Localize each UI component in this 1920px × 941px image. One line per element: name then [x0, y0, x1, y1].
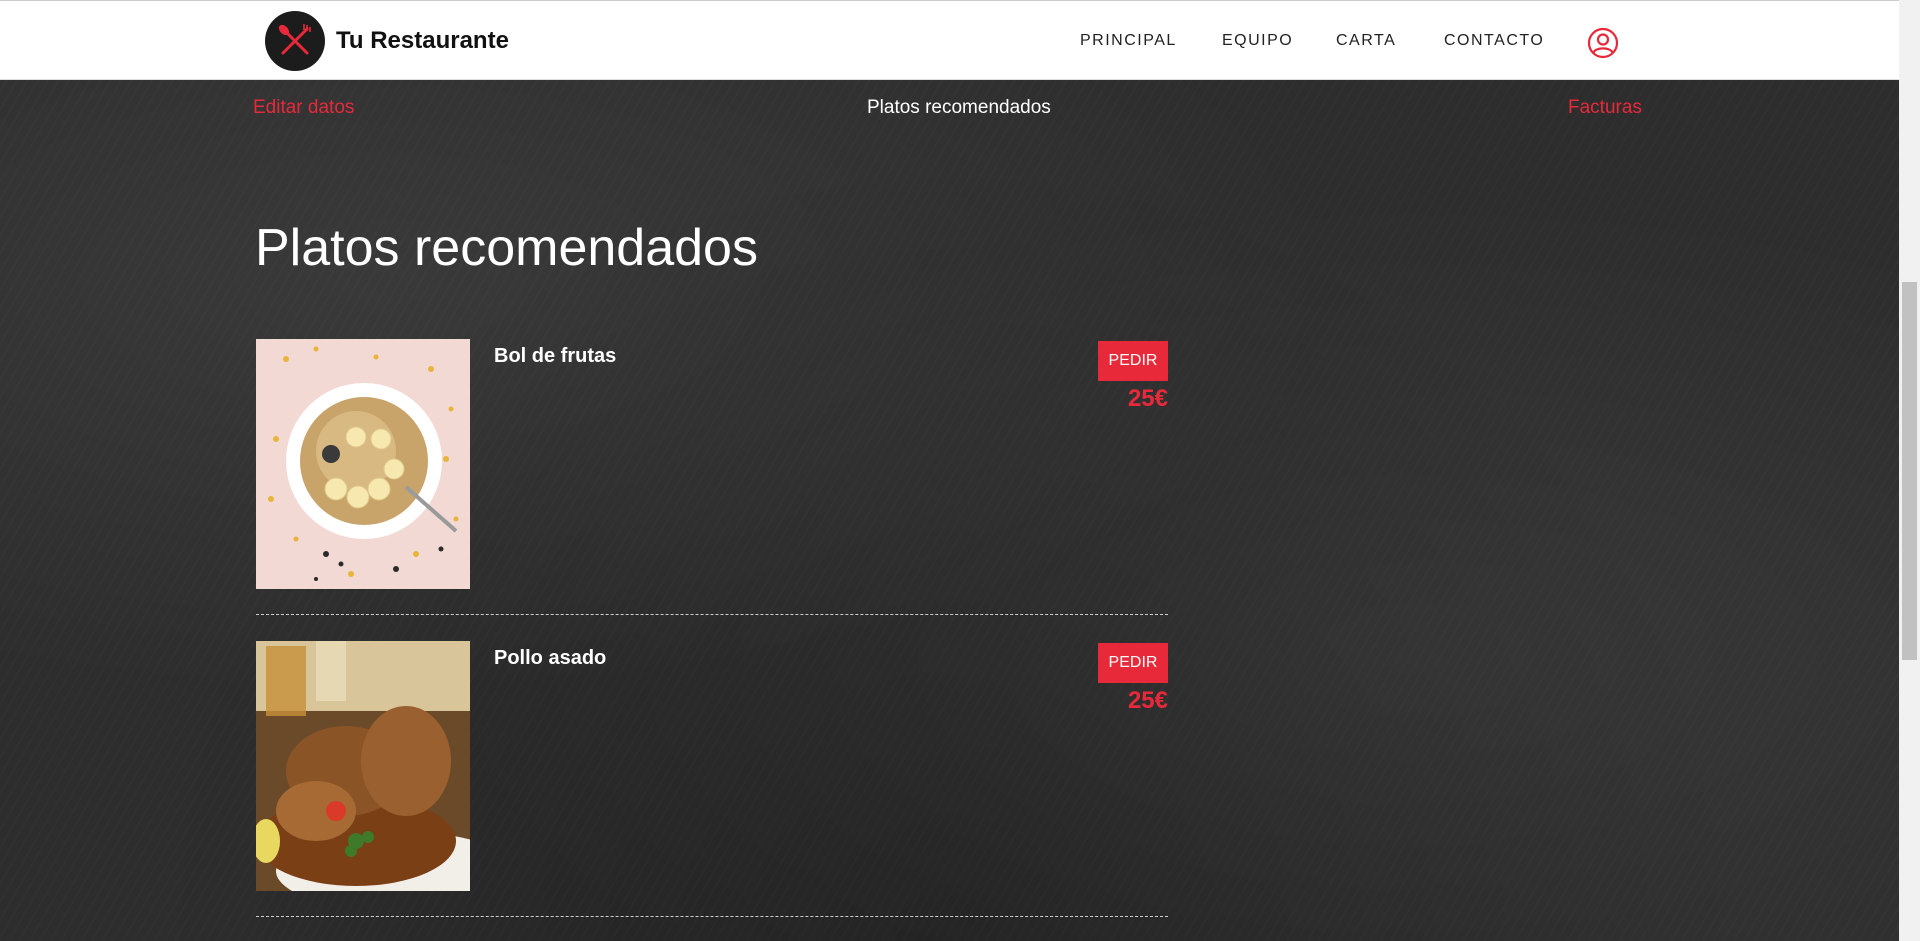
recommended-dishes-link[interactable]: Platos recomendados: [867, 97, 1051, 119]
page: Tu Restaurante PRINCIPAL EQUIPO CARTA CO…: [0, 0, 1899, 941]
roast-chicken-image: [256, 641, 470, 891]
nav-principal[interactable]: PRINCIPAL: [1080, 32, 1177, 50]
dish-name: Bol de frutas: [494, 345, 617, 367]
nav-carta[interactable]: CARTA: [1336, 32, 1396, 50]
restaurant-logo-icon[interactable]: [265, 11, 325, 71]
dish-price: 25€: [1127, 385, 1168, 412]
dish-name: Pollo asado: [494, 647, 607, 669]
dish-item: Pollo asado PEDIR 25€: [256, 641, 1168, 921]
divider: [256, 916, 1168, 917]
dish-item: Bol de frutas PEDIR 25€: [256, 339, 1168, 619]
dish-price: 25€: [1127, 687, 1168, 714]
invoices-link[interactable]: Facturas: [1568, 97, 1642, 119]
page-title: Platos recomendados: [255, 219, 758, 277]
order-button[interactable]: PEDIR: [1098, 643, 1168, 683]
fruit-bowl-image: [256, 339, 470, 589]
site-header: Tu Restaurante PRINCIPAL EQUIPO CARTA CO…: [0, 0, 1899, 80]
brand-name[interactable]: Tu Restaurante: [336, 27, 509, 55]
user-account-icon[interactable]: [1587, 27, 1619, 59]
divider: [256, 614, 1168, 615]
nav-contacto[interactable]: CONTACTO: [1444, 32, 1544, 50]
scrollbar-thumb[interactable]: [1902, 282, 1917, 660]
scrollbar[interactable]: [1899, 0, 1920, 941]
edit-data-link[interactable]: Editar datos: [253, 97, 354, 119]
order-button[interactable]: PEDIR: [1098, 341, 1168, 381]
nav-equipo[interactable]: EQUIPO: [1222, 32, 1293, 50]
